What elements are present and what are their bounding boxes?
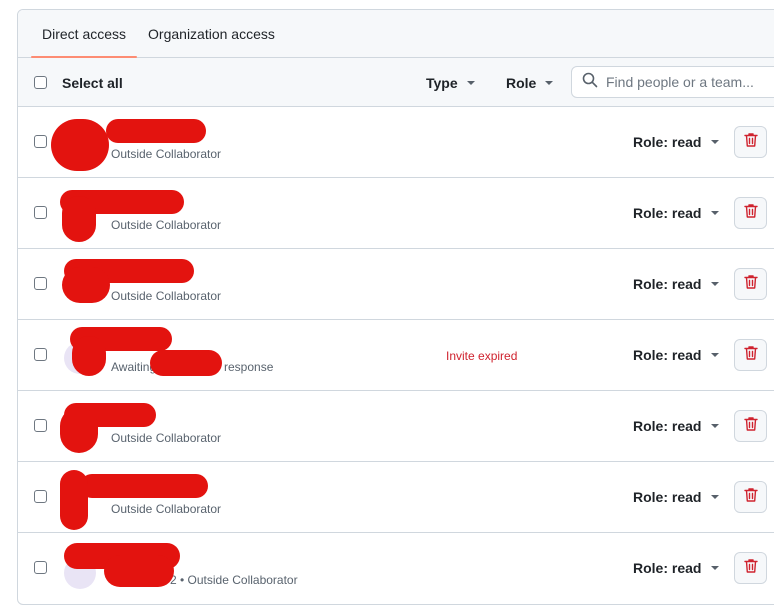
triangle-down-icon — [711, 211, 720, 215]
remove-member-button[interactable] — [734, 126, 767, 158]
redacted-avatar — [104, 555, 174, 587]
redacted-name — [106, 119, 206, 143]
trash-icon — [743, 416, 758, 437]
redacted-avatar — [60, 470, 88, 530]
member-subtitle: 2 • Outside Collaborator — [170, 573, 298, 587]
member-row: 2 • Outside Collaborator Role: read — [18, 533, 774, 604]
role-label: Role: read — [633, 276, 702, 292]
member-subtitle: Outside Collaborator — [111, 289, 222, 303]
member-checkbox[interactable] — [34, 490, 47, 503]
search-input[interactable] — [606, 74, 766, 90]
triangle-down-icon — [711, 140, 720, 144]
type-filter-label: Type — [426, 75, 458, 91]
triangle-down-icon — [711, 566, 720, 570]
search-icon — [582, 72, 598, 93]
redacted-name — [80, 474, 208, 498]
member-row: Outside Collaborator Role: read — [18, 249, 774, 320]
role-label: Role: read — [633, 347, 702, 363]
trash-icon — [743, 132, 758, 153]
redacted-text — [150, 350, 222, 376]
role-label: Role: read — [633, 560, 702, 576]
members-toolbar: Select all Type Role — [18, 58, 774, 107]
collaborators-panel: Direct access Organization access Select… — [17, 9, 774, 605]
role-label: Role: read — [633, 489, 702, 505]
member-checkbox[interactable] — [34, 419, 47, 432]
tab-organization-access[interactable]: Organization access — [137, 10, 286, 57]
redacted-avatar — [72, 336, 106, 376]
member-row: Awaiting response Invite expired Role: r… — [18, 320, 774, 391]
select-all-checkbox[interactable] — [34, 76, 47, 89]
member-subtitle: Outside Collaborator — [111, 147, 222, 161]
member-row: Outside Collaborator Role: read — [18, 107, 774, 178]
invite-status-text: Invite expired — [446, 349, 518, 363]
role-dropdown[interactable]: Role: read — [633, 205, 720, 221]
member-subtitle: Outside Collaborator — [111, 502, 222, 516]
member-subtitle: Outside Collaborator — [111, 218, 222, 232]
member-checkbox[interactable] — [34, 206, 47, 219]
triangle-down-icon — [711, 282, 720, 286]
redacted-avatar — [51, 119, 109, 171]
remove-member-button[interactable] — [734, 552, 767, 584]
member-subtitle-end: response — [224, 360, 274, 374]
remove-member-button[interactable] — [734, 339, 767, 371]
role-dropdown[interactable]: Role: read — [633, 134, 720, 150]
triangle-down-icon — [711, 424, 720, 428]
member-subtitle: Outside Collaborator — [111, 431, 222, 445]
role-dropdown[interactable]: Role: read — [633, 489, 720, 505]
tab-label: Direct access — [42, 25, 127, 42]
role-dropdown[interactable]: Role: read — [633, 418, 720, 434]
role-label: Role: read — [633, 205, 702, 221]
role-label: Role: read — [633, 418, 702, 434]
trash-icon — [743, 487, 758, 508]
redacted-avatar — [62, 196, 96, 242]
role-label: Role: read — [633, 134, 702, 150]
remove-member-button[interactable] — [734, 268, 767, 300]
member-checkbox[interactable] — [34, 135, 47, 148]
triangle-down-icon — [711, 353, 720, 357]
tab-label: Organization access — [148, 25, 275, 42]
redacted-avatar — [60, 407, 98, 453]
member-row: Outside Collaborator Role: read — [18, 178, 774, 249]
remove-member-button[interactable] — [734, 410, 767, 442]
trash-icon — [743, 345, 758, 366]
role-filter-dropdown[interactable]: Role — [506, 75, 554, 91]
member-checkbox[interactable] — [34, 348, 47, 361]
triangle-down-icon — [466, 81, 475, 85]
remove-member-button[interactable] — [734, 481, 767, 513]
triangle-down-icon — [545, 81, 554, 85]
role-dropdown[interactable]: Role: read — [633, 560, 720, 576]
search-box[interactable] — [571, 66, 774, 98]
role-dropdown[interactable]: Role: read — [633, 276, 720, 292]
member-row: Outside Collaborator Role: read — [18, 391, 774, 462]
member-row: Outside Collaborator Role: read — [18, 462, 774, 533]
role-dropdown[interactable]: Role: read — [633, 347, 720, 363]
trash-icon — [743, 203, 758, 224]
role-filter-label: Role — [506, 75, 537, 91]
redacted-avatar — [62, 267, 110, 303]
member-checkbox[interactable] — [34, 561, 47, 574]
remove-member-button[interactable] — [734, 197, 767, 229]
triangle-down-icon — [711, 495, 720, 499]
access-tabs: Direct access Organization access — [18, 10, 774, 58]
select-all-label: Select all — [62, 75, 123, 91]
type-filter-dropdown[interactable]: Type — [426, 75, 475, 91]
member-checkbox[interactable] — [34, 277, 47, 290]
trash-icon — [743, 274, 758, 295]
tab-direct-access[interactable]: Direct access — [31, 10, 138, 58]
trash-icon — [743, 558, 758, 579]
